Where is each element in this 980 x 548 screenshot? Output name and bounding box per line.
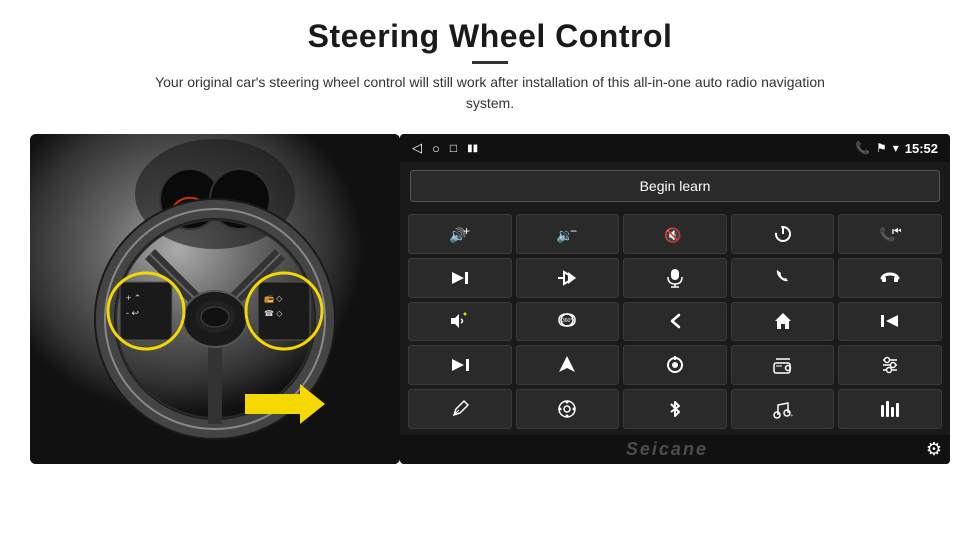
mute-button[interactable]: 🔇	[623, 214, 727, 254]
radio-button[interactable]	[731, 345, 835, 385]
svg-text:🔇: 🔇	[664, 227, 681, 243]
navigation-button[interactable]	[516, 345, 620, 385]
fast-forward-button[interactable]	[516, 258, 620, 298]
bottom-bar: Seicane ⚙	[400, 435, 950, 464]
settings-gear-icon[interactable]: ⚙	[926, 439, 942, 460]
svg-text:⏮: ⏮	[892, 225, 901, 238]
content-area: + ⌃ - ↩ 📻 ◇ ☎ ◇	[30, 134, 950, 548]
svg-text:- ↩: - ↩	[126, 308, 139, 318]
svg-text:⁺: ⁺	[790, 414, 794, 419]
svg-text:360°: 360°	[562, 318, 572, 324]
power-button[interactable]	[731, 214, 835, 254]
call-button[interactable]	[731, 258, 835, 298]
page-container: Steering Wheel Control Your original car…	[0, 0, 980, 548]
equalizer-button[interactable]	[838, 389, 942, 429]
location-icon: ⚑	[876, 141, 887, 155]
next-button[interactable]	[408, 258, 512, 298]
bluetooth-button[interactable]	[623, 389, 727, 429]
pen-button[interactable]	[408, 389, 512, 429]
svg-text:📻 ◇: 📻 ◇	[264, 294, 283, 303]
svg-text:−: −	[570, 225, 577, 238]
vol-up-button[interactable]: 🔊+	[408, 214, 512, 254]
eq-sliders-button[interactable]	[838, 345, 942, 385]
controls-grid: 🔊+ 🔉− 🔇 📞 ⏮	[400, 210, 950, 435]
status-bar: ◁ ○ □ ▮▮ 📞 ⚑ ▾ 15:52	[400, 134, 950, 162]
wifi-icon: ▾	[893, 141, 899, 155]
phone-prev-button[interactable]: 📞 ⏮	[838, 214, 942, 254]
nav-home-icon[interactable]: ○	[432, 141, 440, 156]
menu-button[interactable]	[516, 389, 620, 429]
begin-learn-row: Begin learn	[400, 162, 950, 210]
vol-down-button[interactable]: 🔉−	[516, 214, 620, 254]
camera-360-button[interactable]: 360°	[516, 302, 620, 342]
ff-button[interactable]	[408, 345, 512, 385]
brand-watermark: Seicane	[408, 439, 926, 460]
status-bar-nav: ◁ ○ □ ▮▮	[412, 140, 478, 156]
svg-text:+: +	[463, 225, 470, 238]
music-button[interactable]: ⁺	[731, 389, 835, 429]
svg-text:+ ⌃: + ⌃	[126, 293, 141, 303]
car-image: + ⌃ - ↩ 📻 ◇ ☎ ◇	[30, 134, 400, 464]
page-title: Steering Wheel Control	[30, 18, 950, 55]
signal-icon: ▮▮	[467, 143, 478, 154]
begin-learn-button[interactable]: Begin learn	[410, 170, 940, 202]
nav-back-icon[interactable]: ◁	[412, 140, 422, 156]
nav-recents-icon[interactable]: □	[450, 141, 457, 155]
steering-wheel-scene: + ⌃ - ↩ 📻 ◇ ☎ ◇	[30, 134, 400, 464]
rewind-button[interactable]	[838, 302, 942, 342]
home-button[interactable]	[731, 302, 835, 342]
status-bar-right: 📞 ⚑ ▾ 15:52	[855, 141, 938, 156]
speaker-button[interactable]	[408, 302, 512, 342]
end-call-button[interactable]	[838, 258, 942, 298]
clock: 15:52	[905, 141, 938, 156]
title-divider	[472, 61, 508, 64]
source-button[interactable]	[623, 345, 727, 385]
page-subtitle: Your original car's steering wheel contr…	[130, 72, 850, 114]
title-section: Steering Wheel Control Your original car…	[30, 18, 950, 114]
back-button[interactable]	[623, 302, 727, 342]
svg-text:☎ ◇: ☎ ◇	[264, 309, 283, 318]
mic-button[interactable]	[623, 258, 727, 298]
phone-status-icon: 📞	[855, 141, 870, 155]
android-screen: ◁ ○ □ ▮▮ 📞 ⚑ ▾ 15:52 Begin learn	[400, 134, 950, 464]
